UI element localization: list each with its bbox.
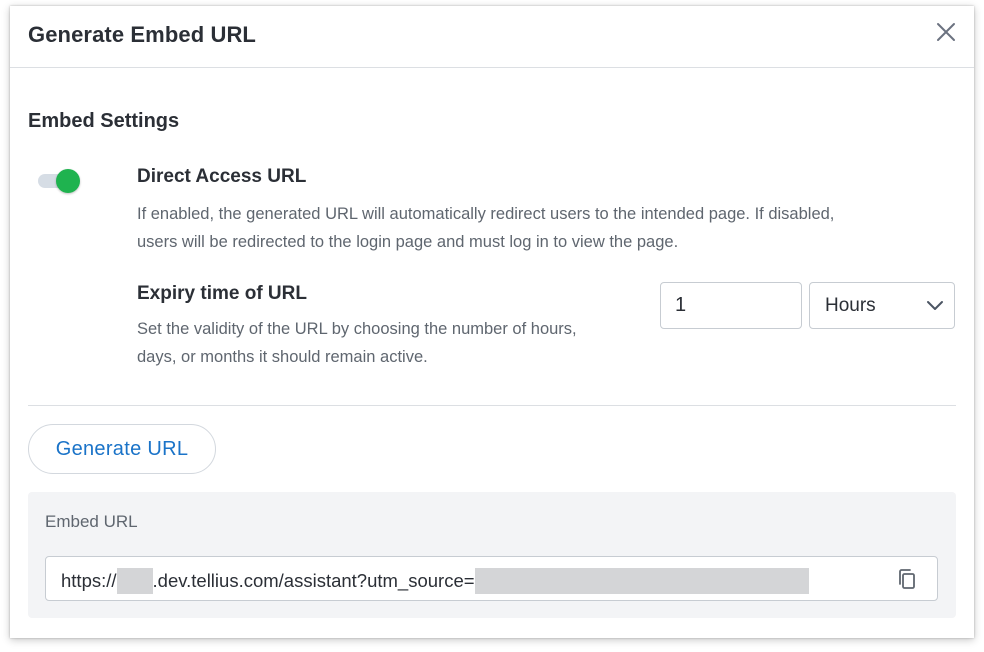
divider: [28, 405, 956, 406]
url-mid: .dev.tellius.com/assistant?utm_source=: [152, 570, 475, 591]
section-title: Embed Settings: [28, 110, 180, 132]
copy-icon[interactable]: [895, 567, 919, 591]
expiry-unit-select[interactable]: Hours: [809, 282, 955, 329]
embed-url-field[interactable]: https:// .dev.tellius.com/assistant?utm_…: [45, 556, 938, 601]
embed-url-text: https:// .dev.tellius.com/assistant?utm_…: [61, 568, 809, 594]
direct-access-description-line2: users will be redirected to the login pa…: [137, 233, 679, 251]
toggle-thumb: [56, 169, 80, 193]
redacted-subdomain: [116, 568, 153, 594]
url-prefix: https://: [61, 570, 117, 591]
modal-header: Generate Embed URL: [10, 6, 974, 68]
embed-url-panel: Embed URL https:// .dev.tellius.com/assi…: [28, 492, 956, 618]
expiry-number-input[interactable]: [660, 282, 802, 329]
expiry-description-line2: days, or months it should remain active.: [137, 348, 428, 366]
direct-access-description: If enabled, the generated URL will autom…: [137, 200, 834, 256]
generate-embed-url-modal: Generate Embed URL Embed Settings Direct…: [10, 6, 974, 638]
direct-access-description-line1: If enabled, the generated URL will autom…: [137, 205, 835, 223]
expiry-unit-value: Hours: [825, 295, 876, 316]
expiry-title: Expiry time of URL: [137, 283, 307, 304]
close-icon[interactable]: [934, 20, 958, 44]
generate-url-button[interactable]: Generate URL: [28, 424, 216, 474]
embed-url-label: Embed URL: [45, 512, 138, 531]
direct-access-toggle[interactable]: [38, 168, 82, 194]
modal-title: Generate Embed URL: [28, 22, 256, 47]
expiry-description-line1: Set the validity of the URL by choosing …: [137, 320, 577, 338]
redacted-query: [474, 568, 809, 594]
expiry-description: Set the validity of the URL by choosing …: [137, 315, 577, 371]
direct-access-title: Direct Access URL: [137, 166, 307, 187]
chevron-down-icon: [927, 301, 943, 310]
